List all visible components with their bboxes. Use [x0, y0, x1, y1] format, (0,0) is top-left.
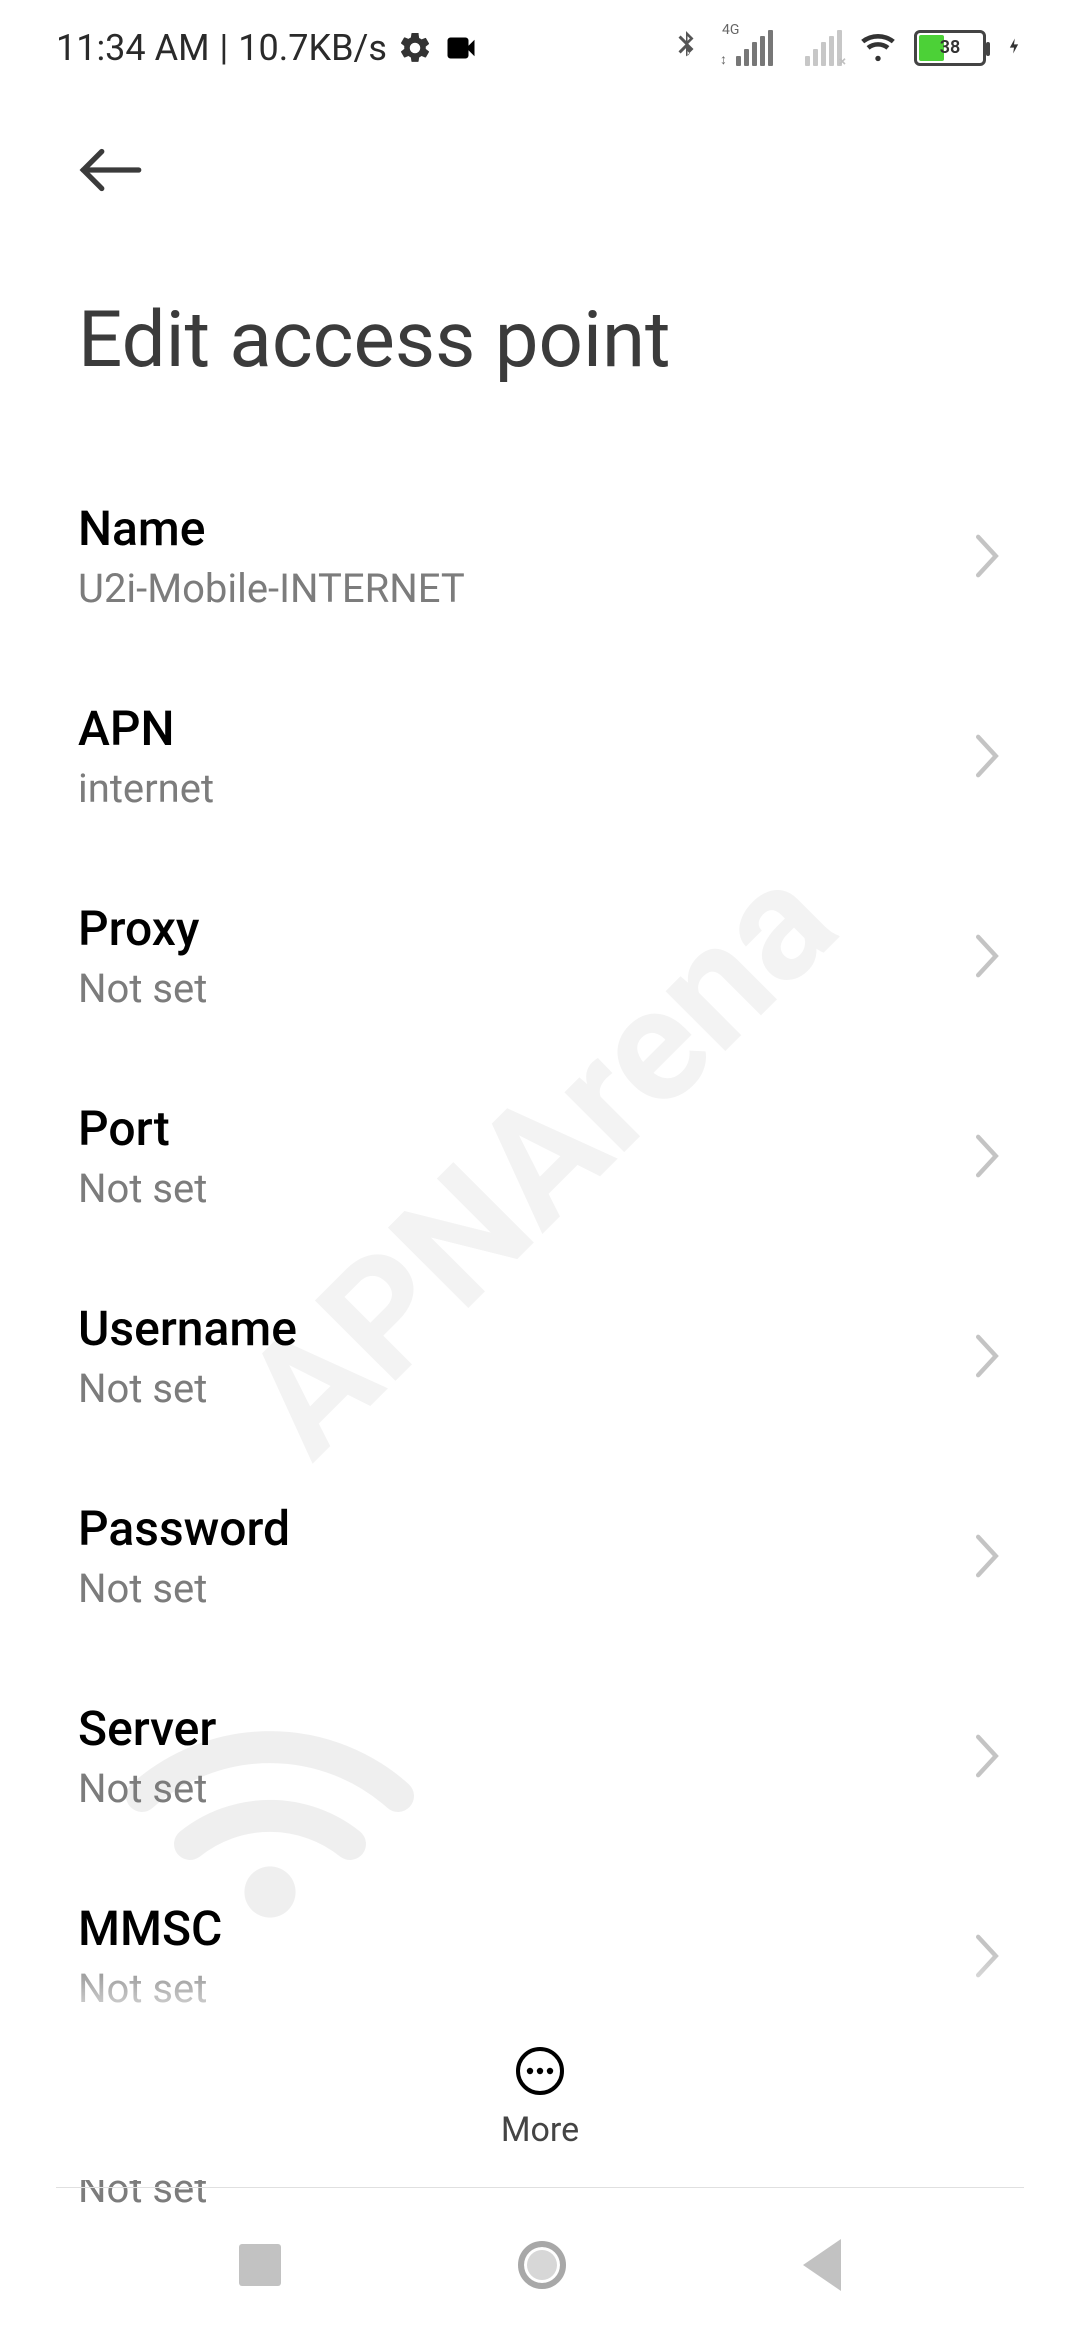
setting-value: U2i-Mobile-INTERNET	[78, 565, 465, 612]
setting-port[interactable]: Port Not set	[0, 1056, 1080, 1256]
setting-label: Server	[78, 1700, 216, 1757]
setting-apn[interactable]: APN internet	[0, 656, 1080, 856]
setting-server[interactable]: Server Not set	[0, 1656, 1080, 1856]
setting-label: Username	[78, 1300, 297, 1357]
battery-icon: 38	[914, 30, 986, 66]
page-title: Edit access point	[0, 205, 1080, 456]
android-navbar	[0, 2190, 1080, 2340]
chevron-right-icon	[972, 531, 1002, 581]
setting-label: Password	[78, 1500, 290, 1557]
network-gen-label: 4G	[722, 22, 739, 38]
setting-label: APN	[78, 700, 214, 757]
setting-name[interactable]: Name U2i-Mobile-INTERNET	[0, 456, 1080, 656]
chevron-right-icon	[972, 1731, 1002, 1781]
battery-percent: 38	[917, 33, 983, 63]
wifi-icon	[860, 28, 896, 68]
statusbar-left: 11:34 AM | 10.7KB/s	[56, 27, 479, 69]
nav-home-button[interactable]	[518, 2241, 566, 2289]
back-button[interactable]	[78, 135, 148, 205]
statusbar-netspeed: 10.7KB/s	[238, 27, 387, 69]
setting-value: Not set	[78, 1165, 207, 1212]
chevron-right-icon	[972, 1331, 1002, 1381]
statusbar-time: 11:34 AM	[56, 27, 210, 69]
setting-proxy[interactable]: Proxy Not set	[0, 856, 1080, 1056]
statusbar: 11:34 AM | 10.7KB/s 4G ↕ × 38	[0, 0, 1080, 95]
setting-label: MMSC	[78, 1900, 222, 1957]
setting-username[interactable]: Username Not set	[0, 1256, 1080, 1456]
nav-back-button[interactable]	[803, 2239, 841, 2291]
chevron-right-icon	[972, 1931, 1002, 1981]
signal-secondary: ×	[791, 30, 842, 66]
action-bar: More	[0, 2014, 1080, 2180]
more-button[interactable]: More	[501, 2044, 579, 2150]
charging-bolt-icon	[1004, 28, 1024, 68]
setting-value: Not set	[78, 1765, 216, 1812]
setting-value: internet	[78, 765, 214, 812]
chevron-right-icon	[972, 931, 1002, 981]
setting-value: Not set	[78, 1565, 290, 1612]
appbar	[0, 95, 1080, 205]
chevron-right-icon	[972, 1131, 1002, 1181]
video-camera-icon	[443, 30, 479, 66]
statusbar-right: 4G ↕ × 38	[668, 28, 1024, 68]
more-icon	[513, 2044, 567, 2098]
chevron-right-icon	[972, 731, 1002, 781]
setting-value: Not set	[78, 1965, 222, 2012]
statusbar-separator: |	[220, 27, 229, 69]
setting-label: Port	[78, 1100, 207, 1157]
nav-recents-button[interactable]	[239, 2244, 281, 2286]
no-sim-x-icon: ×	[839, 54, 846, 70]
setting-value: Not set	[78, 965, 207, 1012]
setting-value: Not set	[78, 1365, 297, 1412]
signal-primary: 4G ↕	[722, 30, 773, 66]
setting-password[interactable]: Password Not set	[0, 1456, 1080, 1656]
bluetooth-icon	[668, 28, 704, 68]
chevron-right-icon	[972, 1531, 1002, 1581]
gear-icon	[397, 30, 433, 66]
settings-list: Name U2i-Mobile-INTERNET APN internet Pr…	[0, 456, 1080, 2256]
more-label: More	[501, 2110, 579, 2150]
back-arrow-icon	[78, 145, 144, 195]
setting-label: Proxy	[78, 900, 207, 957]
data-arrows-icon: ↕	[720, 51, 727, 68]
setting-label: Name	[78, 500, 465, 557]
